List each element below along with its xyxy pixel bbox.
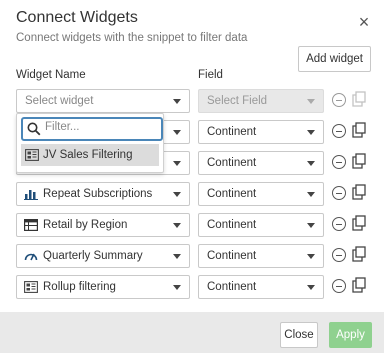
- field-select-label: Continent: [207, 219, 257, 231]
- remove-row-icon[interactable]: [332, 248, 346, 262]
- field-select-label: Continent: [207, 250, 257, 262]
- chevron-down-icon: [307, 285, 315, 290]
- field-header: Field: [198, 69, 223, 81]
- widget-select-label: Repeat Subscriptions: [43, 188, 153, 200]
- dialog-title: Connect Widgets: [16, 9, 138, 26]
- add-widget-button[interactable]: Add widget: [298, 46, 371, 72]
- widget-row: Repeat Subscriptions Continent: [16, 182, 376, 206]
- chevron-down-icon: [173, 254, 181, 259]
- apply-button[interactable]: Apply: [329, 322, 372, 348]
- widget-select-label: Select widget: [25, 95, 94, 107]
- chevron-down-icon: [173, 285, 181, 290]
- dialog-header: Connect Widgets Connect widgets with the…: [16, 8, 247, 44]
- duplicate-row-icon[interactable]: [352, 91, 366, 107]
- dropdown-option[interactable]: JV Sales Filtering: [21, 144, 159, 166]
- search-icon: [27, 122, 41, 136]
- field-select[interactable]: Continent: [198, 244, 324, 268]
- chevron-down-icon: [307, 192, 315, 197]
- remove-row-icon[interactable]: [332, 186, 346, 200]
- field-select-label: Continent: [207, 281, 257, 293]
- widget-select-label: Quarterly Summary: [43, 250, 143, 262]
- duplicate-row-icon[interactable]: [352, 153, 366, 169]
- dialog-subtitle: Connect widgets with the snippet to filt…: [16, 32, 248, 44]
- field-select[interactable]: Continent: [198, 151, 324, 175]
- widget-select[interactable]: Retail by Region: [16, 213, 190, 237]
- duplicate-row-icon[interactable]: [352, 277, 366, 293]
- chevron-down-icon: [307, 99, 315, 104]
- widget-select[interactable]: Quarterly Summary: [16, 244, 190, 268]
- widget-dropdown: Filter... JV Sales Filtering: [16, 113, 164, 173]
- widget-select[interactable]: Rollup filtering: [16, 275, 190, 299]
- remove-row-icon[interactable]: [332, 155, 346, 169]
- widget-row: Select widget Select Field: [16, 89, 376, 113]
- dashboard-icon: [25, 149, 39, 161]
- widget-select[interactable]: Repeat Subscriptions: [16, 182, 190, 206]
- filter-input[interactable]: Filter...: [21, 117, 163, 141]
- remove-row-icon[interactable]: [332, 217, 346, 231]
- chevron-down-icon: [173, 223, 181, 228]
- field-select[interactable]: Continent: [198, 182, 324, 206]
- close-icon[interactable]: ×: [356, 13, 372, 31]
- close-button[interactable]: Close: [280, 322, 318, 348]
- duplicate-row-icon[interactable]: [352, 246, 366, 262]
- duplicate-row-icon[interactable]: [352, 215, 366, 231]
- chevron-down-icon: [307, 223, 315, 228]
- chevron-down-icon: [173, 161, 181, 166]
- field-select-label: Select Field: [207, 95, 268, 107]
- dropdown-option-label: JV Sales Filtering: [43, 149, 133, 161]
- chevron-down-icon: [173, 192, 181, 197]
- dialog-footer: Close Apply: [0, 312, 384, 353]
- widget-row: Quarterly Summary Continent: [16, 244, 376, 268]
- chevron-down-icon: [173, 99, 181, 104]
- remove-row-icon[interactable]: [332, 124, 346, 138]
- duplicate-row-icon[interactable]: [352, 122, 366, 138]
- field-select-label: Continent: [207, 188, 257, 200]
- filter-placeholder: Filter...: [45, 121, 80, 133]
- remove-row-icon[interactable]: [332, 279, 346, 293]
- widget-select-label: Rollup filtering: [43, 281, 116, 293]
- widget-row: Rollup filtering Continent: [16, 275, 376, 299]
- chevron-down-icon: [307, 130, 315, 135]
- field-select-label: Continent: [207, 157, 257, 169]
- widget-select[interactable]: Select widget: [16, 89, 190, 113]
- dashboard-icon: [24, 281, 38, 293]
- field-select[interactable]: Select Field: [198, 89, 324, 113]
- table-icon: [24, 219, 38, 231]
- chevron-down-icon: [307, 254, 315, 259]
- chevron-down-icon: [307, 161, 315, 166]
- gauge-icon: [24, 253, 38, 261]
- field-select[interactable]: Continent: [198, 120, 324, 144]
- widget-select-label: Retail by Region: [43, 219, 128, 231]
- field-select[interactable]: Continent: [198, 275, 324, 299]
- widget-row: Retail by Region Continent: [16, 213, 376, 237]
- bar-chart-icon: [24, 190, 38, 200]
- duplicate-row-icon[interactable]: [352, 184, 366, 200]
- widget-name-header: Widget Name: [16, 69, 86, 81]
- field-select-label: Continent: [207, 126, 257, 138]
- remove-row-icon[interactable]: [332, 93, 346, 107]
- field-select[interactable]: Continent: [198, 213, 324, 237]
- chevron-down-icon: [173, 130, 181, 135]
